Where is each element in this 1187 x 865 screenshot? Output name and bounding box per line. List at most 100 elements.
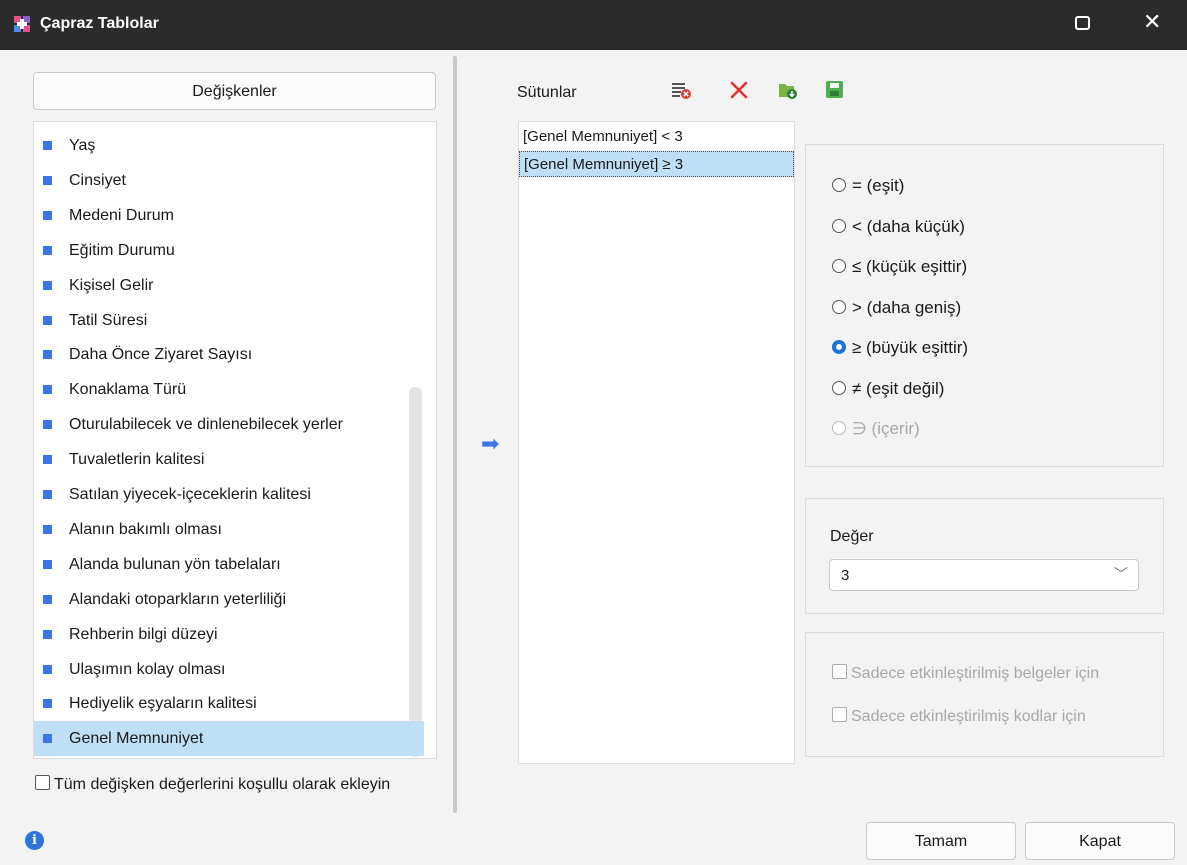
radio-button bbox=[832, 421, 846, 435]
variable-list-item[interactable]: Eğitim Durumu bbox=[34, 233, 424, 268]
variable-label: Tuvaletlerin kalitesi bbox=[69, 451, 205, 469]
variable-type-icon bbox=[43, 141, 52, 150]
operator-option[interactable]: ≠ (eşit değil) bbox=[832, 379, 944, 399]
variable-list-item[interactable]: Alandaki otoparkların yeterliliği bbox=[34, 582, 424, 617]
variable-label: Konaklama Türü bbox=[69, 381, 187, 399]
save-icon[interactable] bbox=[825, 80, 845, 100]
operator-label: = (eşit) bbox=[852, 176, 905, 195]
open-folder-icon[interactable] bbox=[778, 80, 798, 100]
title-bar: Çapraz Tablolar ✕ bbox=[0, 0, 1187, 50]
variable-list-item[interactable]: Satılan yiyecek-içeceklerin kalitesi bbox=[34, 477, 424, 512]
filter-options-group bbox=[805, 632, 1164, 757]
variable-list-item[interactable]: Rehberin bilgi düzeyi bbox=[34, 617, 424, 652]
variable-type-icon bbox=[43, 524, 52, 534]
variable-list-item[interactable]: Medeni Durum bbox=[34, 198, 424, 233]
variable-label: Daha Önce Ziyaret Sayısı bbox=[69, 346, 253, 364]
variable-label: Kişisel Gelir bbox=[69, 276, 154, 294]
variable-list-item[interactable]: Tatil Süresi bbox=[34, 303, 424, 338]
panel-divider[interactable] bbox=[453, 56, 457, 813]
variable-type-icon bbox=[43, 385, 52, 395]
variable-label: Eğitim Durumu bbox=[69, 241, 175, 259]
variable-label: Yaş bbox=[69, 137, 96, 154]
variable-label: Alandaki otoparkların yeterliliği bbox=[69, 590, 286, 608]
variable-type-icon bbox=[43, 420, 52, 430]
ok-button[interactable]: Tamam bbox=[866, 822, 1016, 860]
variable-list-item[interactable]: Alanın bakımlı olması bbox=[34, 512, 424, 547]
variables-list[interactable]: Yaş Cinsiyet Medeni Durum Eğitim Durumu Kişi… bbox=[33, 121, 437, 759]
column-condition-item[interactable]: [Genel Memnuniyet] ≥ 3 bbox=[519, 151, 794, 177]
operator-label: ≥ (büyük eşittir) bbox=[852, 338, 969, 357]
variable-type-icon bbox=[43, 699, 52, 709]
close-icon[interactable]: ✕ bbox=[1143, 11, 1161, 33]
variable-type-icon bbox=[43, 490, 52, 499]
column-condition-item[interactable]: [Genel Memnuniyet] < 3 bbox=[519, 124, 794, 150]
radio-button[interactable] bbox=[832, 380, 846, 395]
variable-type-icon bbox=[43, 594, 52, 604]
variable-type-icon bbox=[43, 210, 52, 220]
variable-type-icon bbox=[43, 559, 52, 569]
value-group bbox=[805, 498, 1164, 614]
variable-type-icon bbox=[43, 664, 52, 674]
value-dropdown[interactable]: 3 ﹀ bbox=[829, 559, 1139, 591]
variable-type-icon bbox=[43, 315, 52, 325]
radio-button[interactable] bbox=[832, 178, 846, 192]
variable-type-icon bbox=[43, 455, 52, 465]
clear-list-icon[interactable] bbox=[671, 80, 691, 100]
value-label: Değer bbox=[830, 528, 874, 545]
variable-label: Alanın bakımlı olması bbox=[69, 520, 222, 538]
operator-label: ≤ (küçük eşittir) bbox=[852, 257, 968, 276]
variable-list-item[interactable]: Yaş bbox=[34, 128, 424, 163]
operator-label: > (daha geniş) bbox=[852, 297, 962, 317]
variable-label: Ulaşımın kolay olması bbox=[69, 660, 226, 678]
variable-type-icon bbox=[43, 629, 52, 639]
radio-button[interactable] bbox=[832, 218, 846, 233]
variable-label: Medeni Durum bbox=[69, 206, 174, 224]
radio-button[interactable] bbox=[832, 299, 846, 314]
variable-list-item[interactable]: Kişisel Gelir bbox=[34, 268, 424, 303]
variable-type-icon bbox=[43, 280, 52, 290]
variable-list-item[interactable]: Hediyelik eşyaların kalitesi bbox=[34, 686, 424, 721]
columns-label: Sütunlar bbox=[517, 84, 577, 101]
variable-list-item[interactable]: Tuvaletlerin kalitesi bbox=[34, 442, 424, 477]
add-conditionally-checkbox[interactable]: Tüm değişken değerlerini koşullu olarak … bbox=[35, 775, 390, 794]
radio-button[interactable] bbox=[832, 259, 846, 273]
variable-list-item[interactable]: Konaklama Türü bbox=[34, 372, 424, 407]
operator-option[interactable]: > (daha geniş) bbox=[832, 298, 961, 318]
variable-label: Tatil Süresi bbox=[69, 311, 148, 329]
variable-label: Genel Memnuniyet bbox=[69, 730, 204, 748]
variable-list-item[interactable]: Ulaşımın kolay olması bbox=[34, 652, 424, 687]
variable-list-item[interactable]: Cinsiyet bbox=[34, 163, 424, 198]
operator-label: ∋ (içerir) bbox=[852, 419, 920, 438]
variable-type-icon bbox=[43, 175, 52, 185]
variable-list-item[interactable]: Daha Önce Ziyaret Sayısı bbox=[34, 337, 424, 372]
operator-label: ≠ (eşit değil) bbox=[852, 378, 945, 398]
checkbox-box[interactable] bbox=[35, 775, 50, 790]
radio-button[interactable] bbox=[832, 340, 846, 354]
variables-header-button[interactable]: Değişkenler bbox=[33, 72, 436, 110]
info-icon[interactable]: i bbox=[25, 831, 44, 850]
operator-option[interactable]: = (eşit) bbox=[832, 176, 904, 196]
close-button[interactable]: Kapat bbox=[1025, 822, 1175, 860]
variable-label: Alanda bulunan yön tabelaları bbox=[69, 555, 281, 573]
columns-condition-list[interactable]: [Genel Memnuniyet] < 3 [Genel Memnuniyet]… bbox=[518, 121, 795, 764]
chevron-down-icon[interactable]: ﹀ bbox=[1114, 564, 1128, 584]
arrow-right-icon[interactable]: ➡ bbox=[481, 433, 499, 455]
window-title: Çapraz Tablolar bbox=[40, 15, 159, 32]
variable-label: Hediyelik eşyaların kalitesi bbox=[69, 695, 257, 713]
variable-type-icon bbox=[43, 350, 52, 360]
plus-grid-icon bbox=[14, 16, 30, 32]
variable-type-icon bbox=[43, 734, 52, 744]
variable-list-item[interactable]: Alanda bulunan yön tabelaları bbox=[34, 547, 424, 582]
operator-option[interactable]: ≥ (büyük eşittir) bbox=[832, 338, 968, 358]
variable-list-item[interactable]: Oturulabilecek ve dinlenebilecek yerler bbox=[34, 407, 424, 442]
operator-option: ∋ (içerir) bbox=[832, 419, 920, 439]
operator-option[interactable]: ≤ (küçük eşittir) bbox=[832, 257, 967, 277]
variable-label: Satılan yiyecek-içeceklerin kalitesi bbox=[69, 486, 311, 503]
variable-label: Cinsiyet bbox=[69, 171, 126, 189]
operator-label: < (daha küçük) bbox=[852, 216, 965, 236]
variable-list-item[interactable]: Genel Memnuniyet bbox=[34, 721, 424, 757]
operator-option[interactable]: < (daha küçük) bbox=[832, 217, 965, 237]
delete-icon[interactable] bbox=[729, 80, 749, 100]
maximize-icon[interactable] bbox=[1075, 16, 1090, 30]
value-selected: 3 bbox=[841, 567, 850, 584]
